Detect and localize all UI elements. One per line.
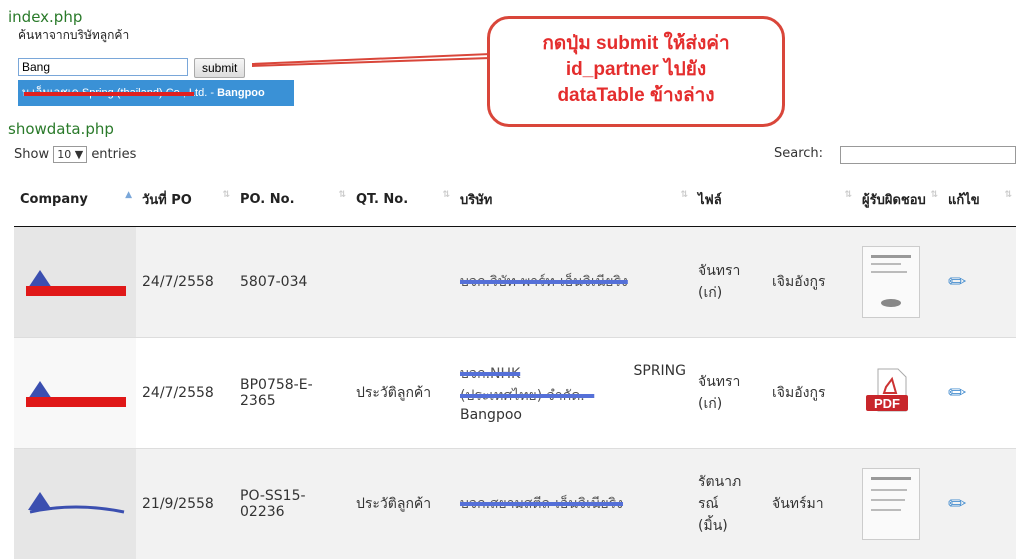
search-title: ค้นหาจากบริษัทลูกค้า [18,26,129,45]
entries-label: entries [91,147,136,162]
po-date: 24/7/2558 [136,227,234,338]
edit-cell[interactable]: ✏ [942,449,1016,559]
table-row: 24/7/2558 5807-034 บจก.วิบัท-พาร์ท-เอ็นจ… [14,227,1016,338]
page-length-select[interactable]: 10 ▼ [53,146,87,163]
data-table: Company▲ วันที่ PO⇅ PO. No.⇅ QT. No.⇅ บร… [14,172,1016,559]
file-owner-surname: เจิมอังกูร [766,338,856,449]
file-owner-surname: เจิมอังกูร [766,227,856,338]
callout-box: กดปุ่ม submit ให้ส่งค่า id_partner ไปยัง… [487,16,785,127]
qt-number: ประวัติลูกค้า [350,338,454,449]
sort-asc-icon: ▲ [125,190,132,200]
file-label-index: index.php [8,8,82,26]
length-control: Show 10 ▼ entries [14,146,136,163]
callout-pointer [252,50,492,70]
company-logo-cell [14,449,136,559]
callout-line-1: กดปุ่ม submit ให้ส่งค่า [490,31,782,57]
col-company-name[interactable]: บริษัท⇅ [454,172,692,227]
file-label-showdata: showdata.php [8,120,114,138]
col-responsible[interactable]: ผู้รับผิดชอบ⇅ [856,172,942,227]
po-date: 24/7/2558 [136,338,234,449]
document-thumbnail-cell[interactable] [856,227,942,338]
company-logo [20,371,130,411]
suggestion-match: Bangpoo [217,87,265,99]
edit-cell[interactable]: ✏ [942,338,1016,449]
file-owner: รัตนาภรณ์(มิ้น) [692,449,766,559]
sort-icon: ⇅ [222,190,230,200]
qt-number: ประวัติลูกค้า [350,449,454,559]
pdf-cell[interactable]: PDF [856,338,942,449]
company-logo-cell [14,338,136,449]
edit-pencil-icon[interactable]: ✏ [948,270,966,295]
file-owner-surname: จันทร์มา [766,449,856,559]
autocomplete-suggestion[interactable]: บ.เอ็นเอชเค Spring (thailand) Co., Ltd. … [18,80,294,106]
col-file-b[interactable]: ⇅ [766,172,856,227]
col-company[interactable]: Company▲ [14,172,136,227]
document-thumbnail[interactable] [862,468,920,540]
po-number: PO-SS15-02236 [234,449,350,559]
company-name: บจก.วิบัท-พาร์ท-เอ็นจิเนียริง [454,227,692,338]
sort-icon: ⇅ [338,190,346,200]
table-search-input[interactable] [840,146,1016,164]
col-edit[interactable]: แก้ไข⇅ [942,172,1016,227]
po-number: BP0758-E-2365 [234,338,350,449]
callout-line-3: dataTable ข้างล่าง [490,83,782,109]
po-number: 5807-034 [234,227,350,338]
edit-pencil-icon[interactable]: ✏ [948,492,966,517]
company-name: บจก.สยามสตีล-เอ็นจิเนียริง [454,449,692,559]
edit-cell[interactable]: ✏ [942,227,1016,338]
company-search-input[interactable] [18,58,188,76]
company-logo [20,482,130,522]
sort-icon: ⇅ [442,190,450,200]
show-label: Show [14,147,49,162]
col-qt-no[interactable]: QT. No.⇅ [350,172,454,227]
sort-icon: ⇅ [1004,190,1012,200]
qt-number [350,227,454,338]
redaction-bar [24,92,194,96]
edit-pencil-icon[interactable]: ✏ [948,381,966,406]
pdf-icon[interactable]: PDF [862,365,914,417]
table-row: 24/7/2558 BP0758-E-2365 ประวัติลูกค้า บจ… [14,338,1016,449]
document-thumbnail[interactable] [862,246,920,318]
company-logo [20,260,130,300]
header-row: Company▲ วันที่ PO⇅ PO. No.⇅ QT. No.⇅ บร… [14,172,1016,227]
document-thumbnail-cell[interactable] [856,449,942,559]
col-po-date[interactable]: วันที่ PO⇅ [136,172,234,227]
table-search-label: Search: [774,146,823,161]
submit-button[interactable]: submit [194,58,245,78]
callout-line-2: id_partner ไปยัง [490,57,782,83]
file-owner: จันทรา(เก่) [692,227,766,338]
sort-icon: ⇅ [844,190,852,200]
file-owner: จันทรา(เก่) [692,338,766,449]
company-name: บจก.NHK SPRING(ประเทศไทย) จำกัด. -Bangpo… [454,338,692,449]
table-row: 21/9/2558 PO-SS15-02236 ประวัติลูกค้า บจ… [14,449,1016,559]
col-po-no[interactable]: PO. No.⇅ [234,172,350,227]
po-date: 21/9/2558 [136,449,234,559]
company-logo-cell [14,227,136,338]
col-file[interactable]: ไฟล์ [692,172,766,227]
sort-icon: ⇅ [680,190,688,200]
svg-text:PDF: PDF [874,396,900,411]
sort-icon: ⇅ [930,190,938,200]
